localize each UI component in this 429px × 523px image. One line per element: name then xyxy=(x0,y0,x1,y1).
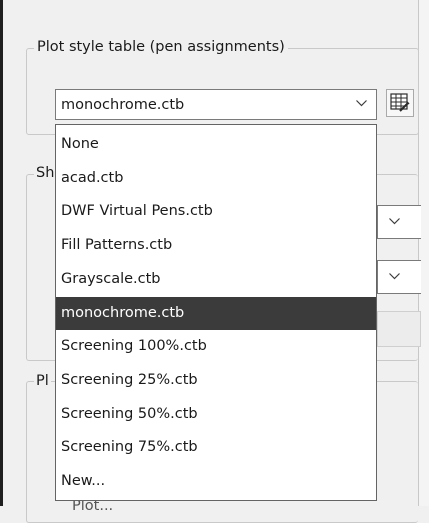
plot-style-selected-value: monochrome.ctb xyxy=(61,97,185,113)
dropdown-option[interactable]: Screening 100%.ctb xyxy=(56,330,376,364)
plot-style-table-editor-icon xyxy=(390,93,410,113)
plot-style-dropdown-list: None acad.ctb DWF Virtual Pens.ctb Fill … xyxy=(55,124,377,501)
shaded-group-title-fragment: Sh xyxy=(34,164,57,182)
dropdown-option[interactable]: Screening 25%.ctb xyxy=(56,364,376,398)
page-setup-panel: Plot style table (pen assignments) monoc… xyxy=(0,0,429,523)
dropdown-option[interactable]: New... xyxy=(56,465,376,499)
dropdown-option[interactable]: DWF Virtual Pens.ctb xyxy=(56,195,376,229)
dpi-input-disabled xyxy=(377,311,421,347)
chevron-down-icon xyxy=(389,273,400,282)
dropdown-option[interactable]: None xyxy=(56,128,376,162)
plot-style-group-title: Plot style table (pen assignments) xyxy=(34,38,288,56)
chevron-down-icon xyxy=(356,100,367,109)
chevron-down-icon xyxy=(389,218,400,227)
plot-style-table-edit-button[interactable] xyxy=(386,89,414,117)
dropdown-option-selected[interactable]: monochrome.ctb xyxy=(56,296,376,331)
dropdown-option[interactable]: Fill Patterns.ctb xyxy=(56,229,376,263)
dropdown-option[interactable]: Grayscale.ctb xyxy=(56,263,376,297)
plot-options-title-fragment: Pl xyxy=(34,372,51,390)
plot-style-combobox[interactable]: monochrome.ctb xyxy=(55,89,377,120)
scroll-gutter xyxy=(419,0,429,506)
shade-plot-combobox[interactable] xyxy=(377,205,421,239)
window-left-border xyxy=(0,0,3,506)
dropdown-option[interactable]: Screening 75%.ctb xyxy=(56,431,376,465)
dropdown-option[interactable]: Screening 50%.ctb xyxy=(56,398,376,432)
dropdown-option[interactable]: acad.ctb xyxy=(56,162,376,196)
quality-combobox[interactable] xyxy=(377,260,421,294)
